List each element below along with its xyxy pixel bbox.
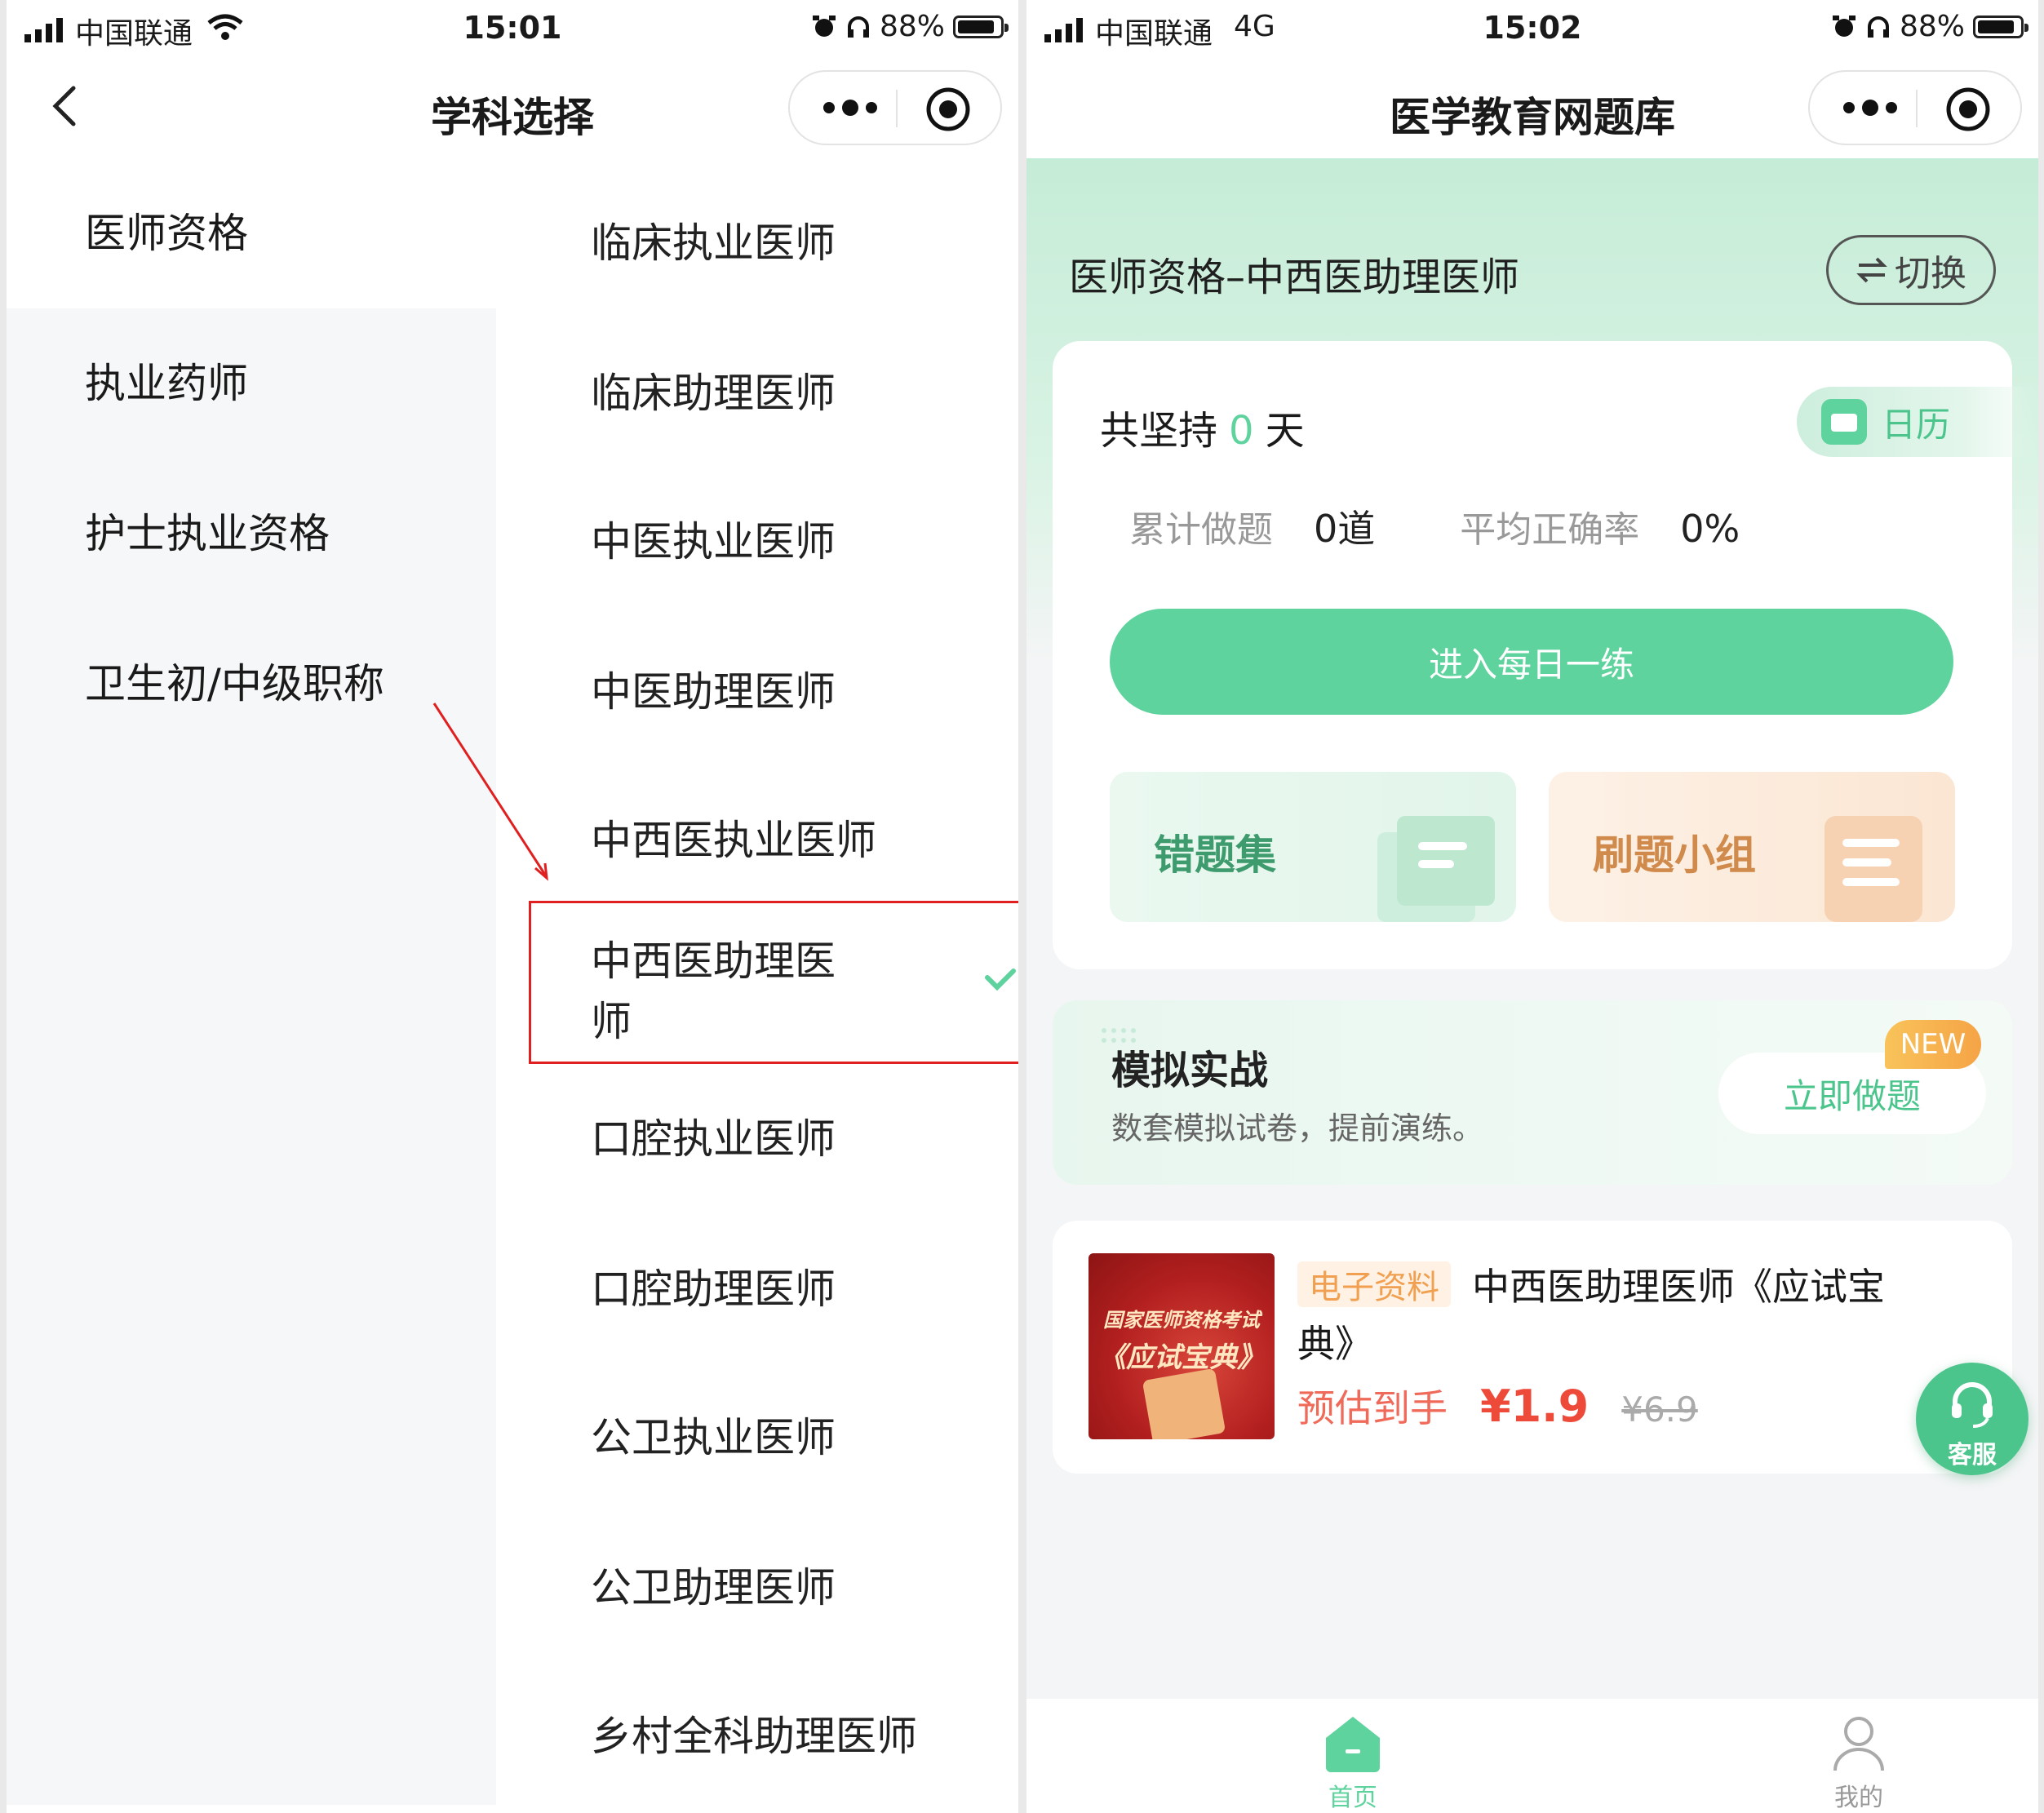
close-miniprogram-icon[interactable] — [925, 86, 971, 132]
calendar-button[interactable]: 日历 — [1797, 387, 2038, 457]
subject-item[interactable]: 口腔执业医师 — [591, 1106, 836, 1165]
subject-item[interactable]: 临床执业医师 — [591, 211, 836, 269]
annotation-arrow — [432, 703, 548, 881]
study-group-label: 刷题小组 — [1593, 831, 1756, 879]
category-item[interactable]: 执业药师 — [7, 308, 496, 459]
status-bar: 中国联通 4G 15:02 88% — [1026, 0, 2038, 62]
service-label: 客服 — [1948, 1441, 1997, 1469]
status-bar: 中国联通 15:01 88% — [7, 0, 1018, 62]
left-screen: 中国联通 15:01 88% 学科选择 医师资格 执业药师 护士执业资格 卫生初… — [7, 0, 1018, 1813]
nav-bar: 学科选择 — [7, 62, 1018, 158]
more-icon[interactable] — [1838, 93, 1903, 122]
calendar-icon — [1821, 399, 1867, 445]
subject-item[interactable]: 中医助理医师 — [591, 659, 836, 718]
customer-service-button[interactable]: 客服 — [1916, 1363, 2028, 1475]
headphones-icon — [847, 16, 869, 38]
subject-item[interactable]: 公卫执业医师 — [591, 1405, 836, 1464]
tab-mine[interactable]: 我的 — [1777, 1710, 1940, 1813]
battery-icon — [1973, 15, 2028, 38]
price-label: 预估到手 — [1297, 1386, 1448, 1430]
miniprogram-capsule — [1808, 70, 2022, 145]
scroll-icon — [1825, 816, 1922, 922]
alarm-icon — [812, 15, 836, 37]
new-badge: NEW — [1885, 1020, 1981, 1069]
tab-mine-label: 我的 — [1834, 1784, 1883, 1812]
current-subject: 医师资格–中西医助理医师 — [1069, 255, 1520, 300]
right-screen: 中国联通 4G 15:02 88% 医学教育网题库 医师资格–中西医助理医师 切… — [1026, 0, 2038, 1813]
wrong-questions-label: 错题集 — [1154, 831, 1276, 879]
folder-icon — [1377, 816, 1495, 922]
book-icon — [1142, 1368, 1226, 1439]
tab-home-label: 首页 — [1328, 1784, 1377, 1812]
more-icon[interactable] — [818, 93, 883, 122]
practice-stats: 累计做题 0道 平均正确率 0% — [1129, 507, 1740, 551]
subject-item[interactable]: 公卫助理医师 — [591, 1555, 836, 1614]
switch-label: 切换 — [1895, 253, 1966, 295]
category-item[interactable]: 卫生初/中级职称 — [7, 609, 496, 759]
total-questions: 0道 — [1314, 507, 1376, 551]
subject-item[interactable]: 中西医执业医师 — [591, 808, 876, 867]
alarm-icon — [1832, 15, 1856, 37]
daily-practice-button[interactable]: 进入每日一练 — [1110, 609, 1953, 715]
battery-percent: 88% — [879, 10, 945, 43]
battery-percent: 88% — [1899, 10, 1965, 43]
mock-exam-description: 数套模拟试卷，提前演练。 — [1111, 1110, 1484, 1146]
category-item[interactable]: 护士执业资格 — [7, 459, 496, 609]
streak-days: 0 — [1229, 408, 1254, 454]
close-miniprogram-icon[interactable] — [1945, 86, 1991, 132]
swap-icon — [1856, 257, 1887, 283]
calendar-label: 日历 — [1882, 404, 1951, 445]
product-price: ¥1.9 — [1480, 1381, 1590, 1432]
tab-home[interactable]: 首页 — [1271, 1710, 1434, 1813]
category-item[interactable]: 医师资格 — [7, 158, 496, 308]
headset-icon — [1952, 1382, 1993, 1428]
average-accuracy: 0% — [1680, 507, 1740, 551]
mock-exam-title: 模拟实战 — [1111, 1048, 1269, 1093]
home-icon — [1326, 1717, 1380, 1772]
user-icon — [1833, 1717, 1884, 1771]
headphones-icon — [1867, 16, 1889, 38]
selection-highlight-box — [529, 901, 1018, 1064]
product-tag: 电子资料 — [1297, 1261, 1451, 1307]
battery-icon — [953, 15, 1009, 38]
original-price: ¥6.9 — [1621, 1390, 1698, 1430]
tab-bar: 首页 我的 — [1026, 1699, 2038, 1813]
study-group-card[interactable]: 刷题小组 — [1549, 772, 1955, 922]
nav-bar: 医学教育网题库 — [1026, 62, 2038, 158]
category-list: 医师资格 执业药师 护士执业资格 卫生初/中级职称 — [7, 158, 496, 1805]
wrong-questions-card[interactable]: 错题集 — [1110, 772, 1516, 922]
subject-item[interactable]: 乡村全科助理医师 — [591, 1704, 917, 1762]
subject-item[interactable]: 临床助理医师 — [591, 361, 836, 419]
streak-text: 共坚持 0 天 — [1100, 408, 1305, 454]
subject-item[interactable]: 口腔助理医师 — [591, 1257, 836, 1315]
product-image[interactable]: 国家医师资格考试 《应试宝典》 — [1089, 1253, 1275, 1439]
miniprogram-capsule — [788, 70, 1002, 145]
subject-item[interactable]: 中医执业医师 — [591, 509, 836, 568]
product-price-row: 预估到手 ¥1.9 ¥6.9 — [1297, 1379, 1698, 1433]
switch-subject-button[interactable]: 切换 — [1826, 235, 1996, 305]
